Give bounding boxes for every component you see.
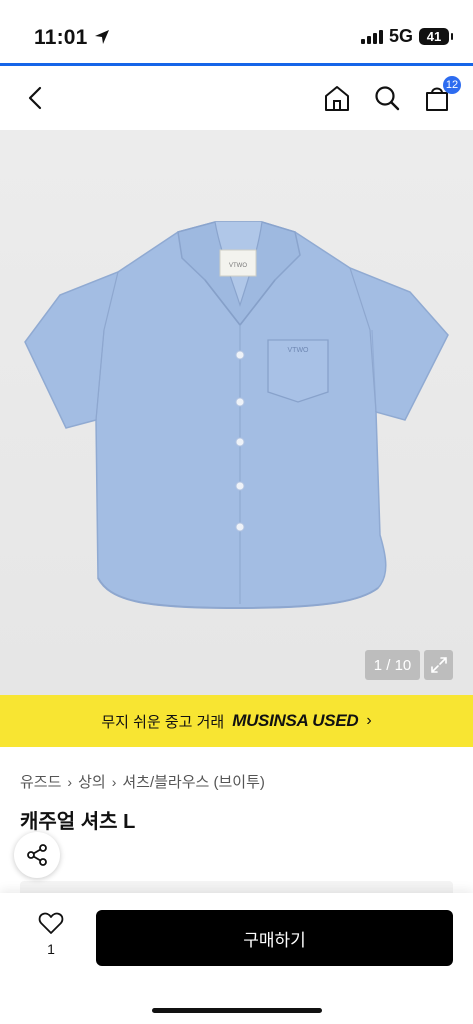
- product-image[interactable]: VTWO VTWO: [0, 130, 473, 695]
- status-time: 11:01: [34, 26, 110, 50]
- status-bar: 11:01 5G 41: [0, 0, 473, 64]
- product-title: 캐주얼 셔츠 L: [20, 811, 136, 833]
- chevron-left-icon: [28, 86, 42, 110]
- bottom-action-bar: 1 구매하기: [0, 893, 473, 1024]
- share-icon: [27, 844, 47, 866]
- musinsa-used-banner[interactable]: 무지 쉬운 중고 거래 MUSINSA USED ›: [0, 695, 473, 747]
- cart-button[interactable]: 12: [421, 76, 461, 114]
- breadcrumb-item-tops[interactable]: 상의: [78, 771, 106, 792]
- breadcrumb-separator-icon: ›: [67, 773, 73, 790]
- banner-brand: MUSINSA USED: [232, 711, 359, 730]
- share-button[interactable]: [14, 832, 60, 878]
- battery-level: 41: [426, 29, 442, 44]
- back-button[interactable]: [20, 82, 52, 114]
- like-button[interactable]: 1: [33, 911, 69, 957]
- cart-count-badge: 12: [443, 76, 461, 94]
- battery-icon: 41: [419, 28, 453, 45]
- home-indicator: [152, 1008, 322, 1013]
- banner-text: 무지 쉬운 중고 거래: [101, 713, 225, 731]
- breadcrumb-item-shirts[interactable]: 셔츠/블라우스 (브이투): [122, 771, 265, 792]
- expand-icon: [430, 657, 447, 673]
- top-navigation: 12: [0, 66, 473, 130]
- home-icon: [325, 86, 349, 111]
- signal-icon: [360, 29, 383, 44]
- time-text: 11:01: [34, 26, 88, 49]
- breadcrumb-item-used[interactable]: 유즈드: [20, 771, 61, 792]
- like-count: 1: [47, 941, 55, 957]
- shirt-label-text: VTWO: [229, 263, 247, 269]
- svg-text:VTWO: VTWO: [288, 347, 310, 354]
- fullscreen-button[interactable]: [424, 650, 453, 680]
- nav-actions: 12: [321, 76, 461, 114]
- search-button[interactable]: [371, 82, 403, 114]
- status-indicators: 5G 41: [360, 26, 453, 47]
- network-label: 5G: [388, 26, 413, 46]
- heart-icon: [38, 912, 64, 934]
- search-icon: [375, 86, 400, 111]
- shirt-illustration: VTWO VTWO: [24, 221, 449, 610]
- buy-button[interactable]: 구매하기: [96, 910, 453, 966]
- location-arrow-icon: [94, 30, 109, 44]
- image-counter: 1 / 10: [365, 650, 420, 680]
- breadcrumb: 유즈드 › 상의 › 셔츠/블라우스 (브이투): [20, 771, 265, 792]
- chevron-right-icon: ›: [366, 712, 372, 729]
- breadcrumb-separator-icon: ›: [111, 773, 117, 790]
- home-button[interactable]: [321, 82, 353, 114]
